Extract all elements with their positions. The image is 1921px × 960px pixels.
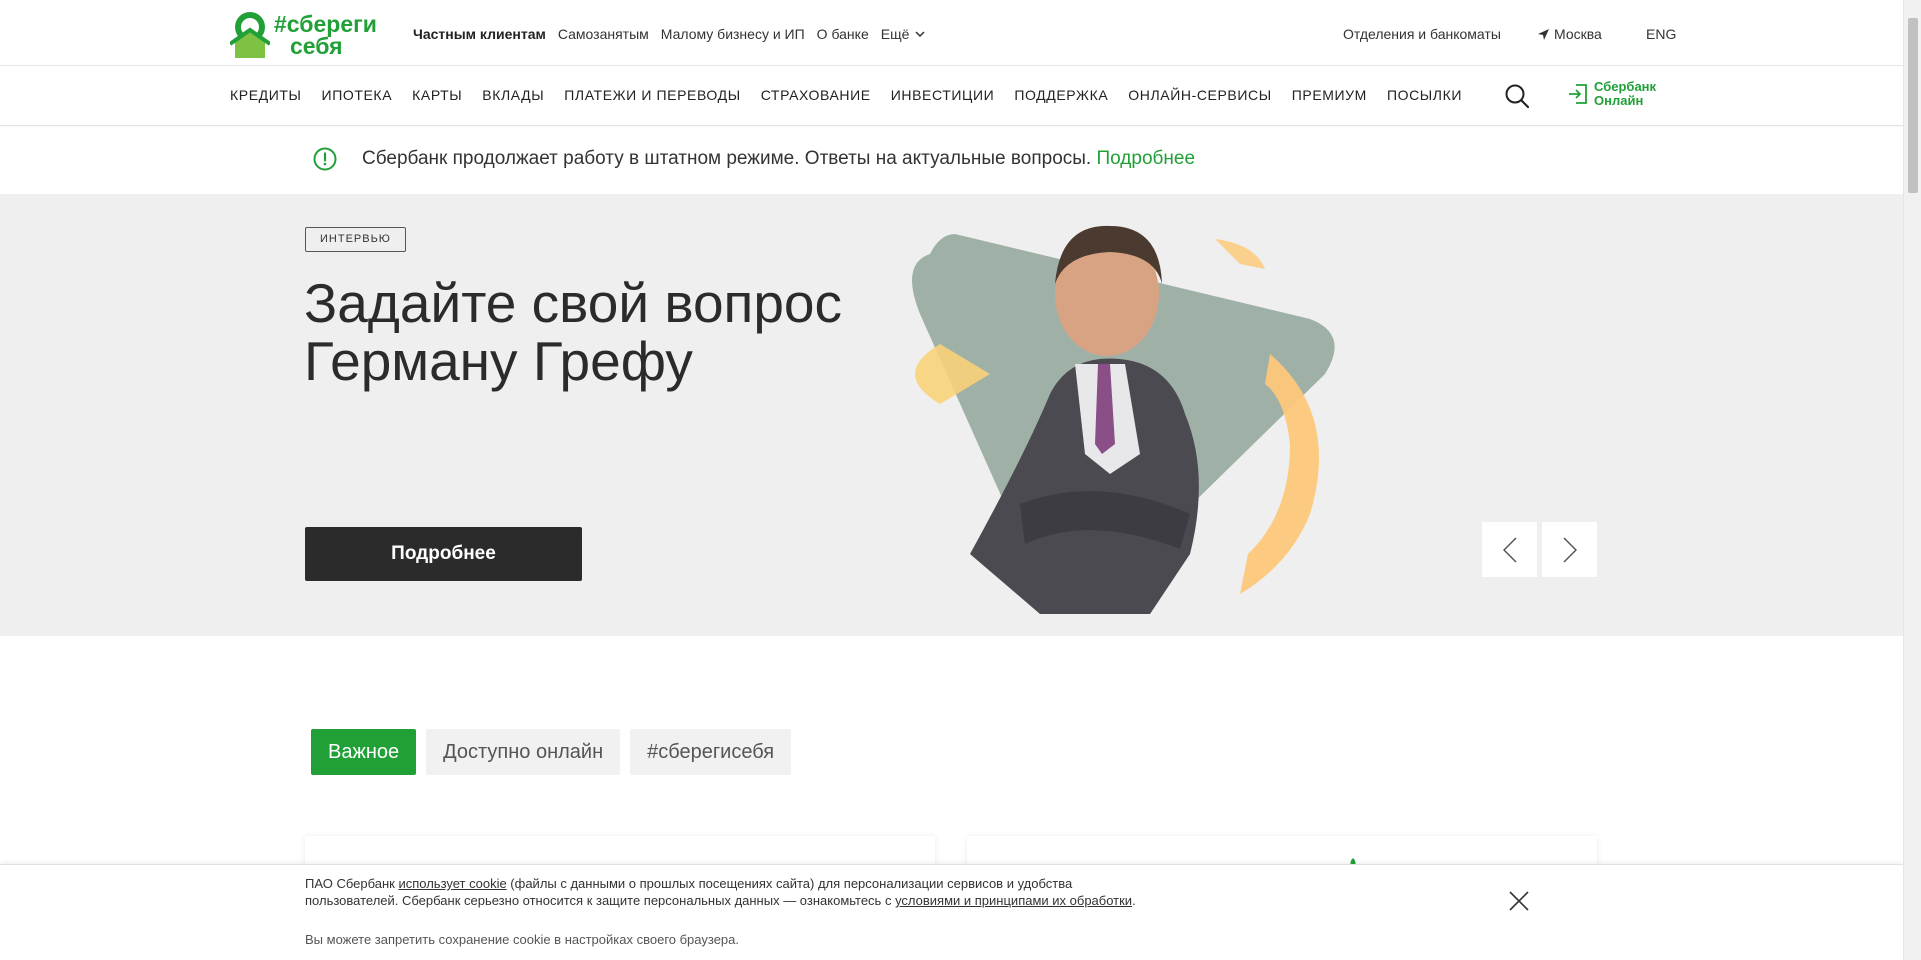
cookie-text-3: . xyxy=(1132,893,1136,908)
chevron-left-icon xyxy=(1502,536,1517,563)
nav-online-services[interactable]: ОНЛАЙН-СЕРВИСЫ xyxy=(1128,87,1271,103)
search-icon[interactable] xyxy=(1504,83,1530,109)
tab-important[interactable]: Важное xyxy=(311,729,417,775)
privacy-terms-link[interactable]: условиями и принципами их обработки xyxy=(895,893,1132,908)
content-tabs: Важное Доступно онлайн #сберегисебя xyxy=(311,729,792,775)
notice-banner: Сбербанк продолжает работу в штатном реж… xyxy=(0,127,1903,194)
cookie-note: Вы можете запретить сохранение cookie в … xyxy=(305,932,739,947)
more-label: Ещё xyxy=(880,26,910,42)
slider-next-button[interactable] xyxy=(1542,522,1597,577)
hero-tag: ИНТЕРВЬЮ xyxy=(305,227,406,252)
sbol-line-2: Онлайн xyxy=(1594,93,1644,108)
tab-available-online[interactable]: Доступно онлайн xyxy=(426,729,621,775)
nav-cards[interactable]: КАРТЫ xyxy=(412,87,462,103)
segment-about-bank[interactable]: О банке xyxy=(817,26,869,42)
logo-line-2: себя xyxy=(290,33,343,59)
hero-more-button[interactable]: Подробнее xyxy=(305,527,582,581)
hero-title-line-2: Герману Грефу xyxy=(304,330,693,392)
sbol-line-1: Сбербанк xyxy=(1594,79,1657,94)
chevron-right-icon xyxy=(1562,536,1577,563)
cookie-text: ПАО Сбербанк использует cookie (файлы с … xyxy=(305,875,1140,909)
login-icon xyxy=(1569,84,1587,104)
scrollbar[interactable] xyxy=(1903,0,1921,960)
logo[interactable]: #сбереги себя xyxy=(230,10,390,60)
nav-insurance[interactable]: СТРАХОВАНИЕ xyxy=(761,87,871,103)
segment-nav: Частным клиентам Самозанятым Малому бизн… xyxy=(413,26,937,42)
sberbank-online-button[interactable]: Сбербанк Онлайн xyxy=(1568,80,1666,108)
language-switch[interactable]: ENG xyxy=(1646,26,1676,42)
nav-payments[interactable]: ПЛАТЕЖИ И ПЕРЕВОДЫ xyxy=(564,87,740,103)
slider-prev-button[interactable] xyxy=(1482,522,1537,577)
city-name: Москва xyxy=(1554,26,1602,42)
main-nav: КРЕДИТЫ ИПОТЕКА КАРТЫ ВКЛАДЫ ПЛАТЕЖИ И П… xyxy=(0,66,1903,126)
exclamation-circle-icon xyxy=(313,147,337,171)
logo-line-1: #сбереги xyxy=(274,11,377,37)
hero-title-line-1: Задайте свой вопрос xyxy=(304,272,842,334)
notice-text: Сбербанк продолжает работу в штатном реж… xyxy=(362,148,1195,170)
top-bar: #сбереги себя Частным клиентам Самозанят… xyxy=(0,0,1903,66)
scrollbar-thumb[interactable] xyxy=(1908,18,1918,193)
chevron-down-icon xyxy=(915,31,925,37)
cookie-banner: ПАО Сбербанк использует cookie (файлы с … xyxy=(0,864,1903,960)
nav-deposits[interactable]: ВКЛАДЫ xyxy=(482,87,544,103)
more-menu[interactable]: Ещё xyxy=(881,26,926,42)
nav-investments[interactable]: ИНВЕСТИЦИИ xyxy=(891,87,995,103)
city-selector[interactable]: Москва xyxy=(1537,26,1602,42)
logo-house-icon xyxy=(230,12,270,58)
notice-more-link[interactable]: Подробнее xyxy=(1097,148,1196,169)
tab-sberegisebya[interactable]: #сберегисебя xyxy=(630,729,792,775)
cookie-text-1: ПАО Сбербанк xyxy=(305,876,399,891)
hero-banner: ИНТЕРВЬЮ Задайте свой вопрос Герману Гре… xyxy=(0,194,1903,636)
nav-premium[interactable]: ПРЕМИУМ xyxy=(1292,87,1367,103)
hero-portrait-illustration xyxy=(912,225,1335,614)
location-arrow-icon xyxy=(1538,28,1549,40)
segment-private-clients[interactable]: Частным клиентам xyxy=(413,26,546,42)
close-icon[interactable] xyxy=(1508,890,1530,912)
segment-self-employed[interactable]: Самозанятым xyxy=(558,26,649,42)
notice-message: Сбербанк продолжает работу в штатном реж… xyxy=(362,148,1092,169)
nav-credits[interactable]: КРЕДИТЫ xyxy=(230,87,302,103)
logo-text: #сбереги себя xyxy=(274,11,377,59)
page: #сбереги себя Частным клиентам Самозанят… xyxy=(0,0,1921,960)
nav-parcels[interactable]: ПОСЫЛКИ xyxy=(1387,87,1462,103)
hero-title: Задайте свой вопрос Герману Грефу xyxy=(304,274,864,390)
branches-link[interactable]: Отделения и банкоматы xyxy=(1343,26,1501,42)
nav-support[interactable]: ПОДДЕРЖКА xyxy=(1014,87,1108,103)
nav-mortgage[interactable]: ИПОТЕКА xyxy=(322,87,393,103)
segment-small-business[interactable]: Малому бизнесу и ИП xyxy=(661,26,805,42)
cookie-policy-link[interactable]: использует cookie xyxy=(398,876,506,891)
